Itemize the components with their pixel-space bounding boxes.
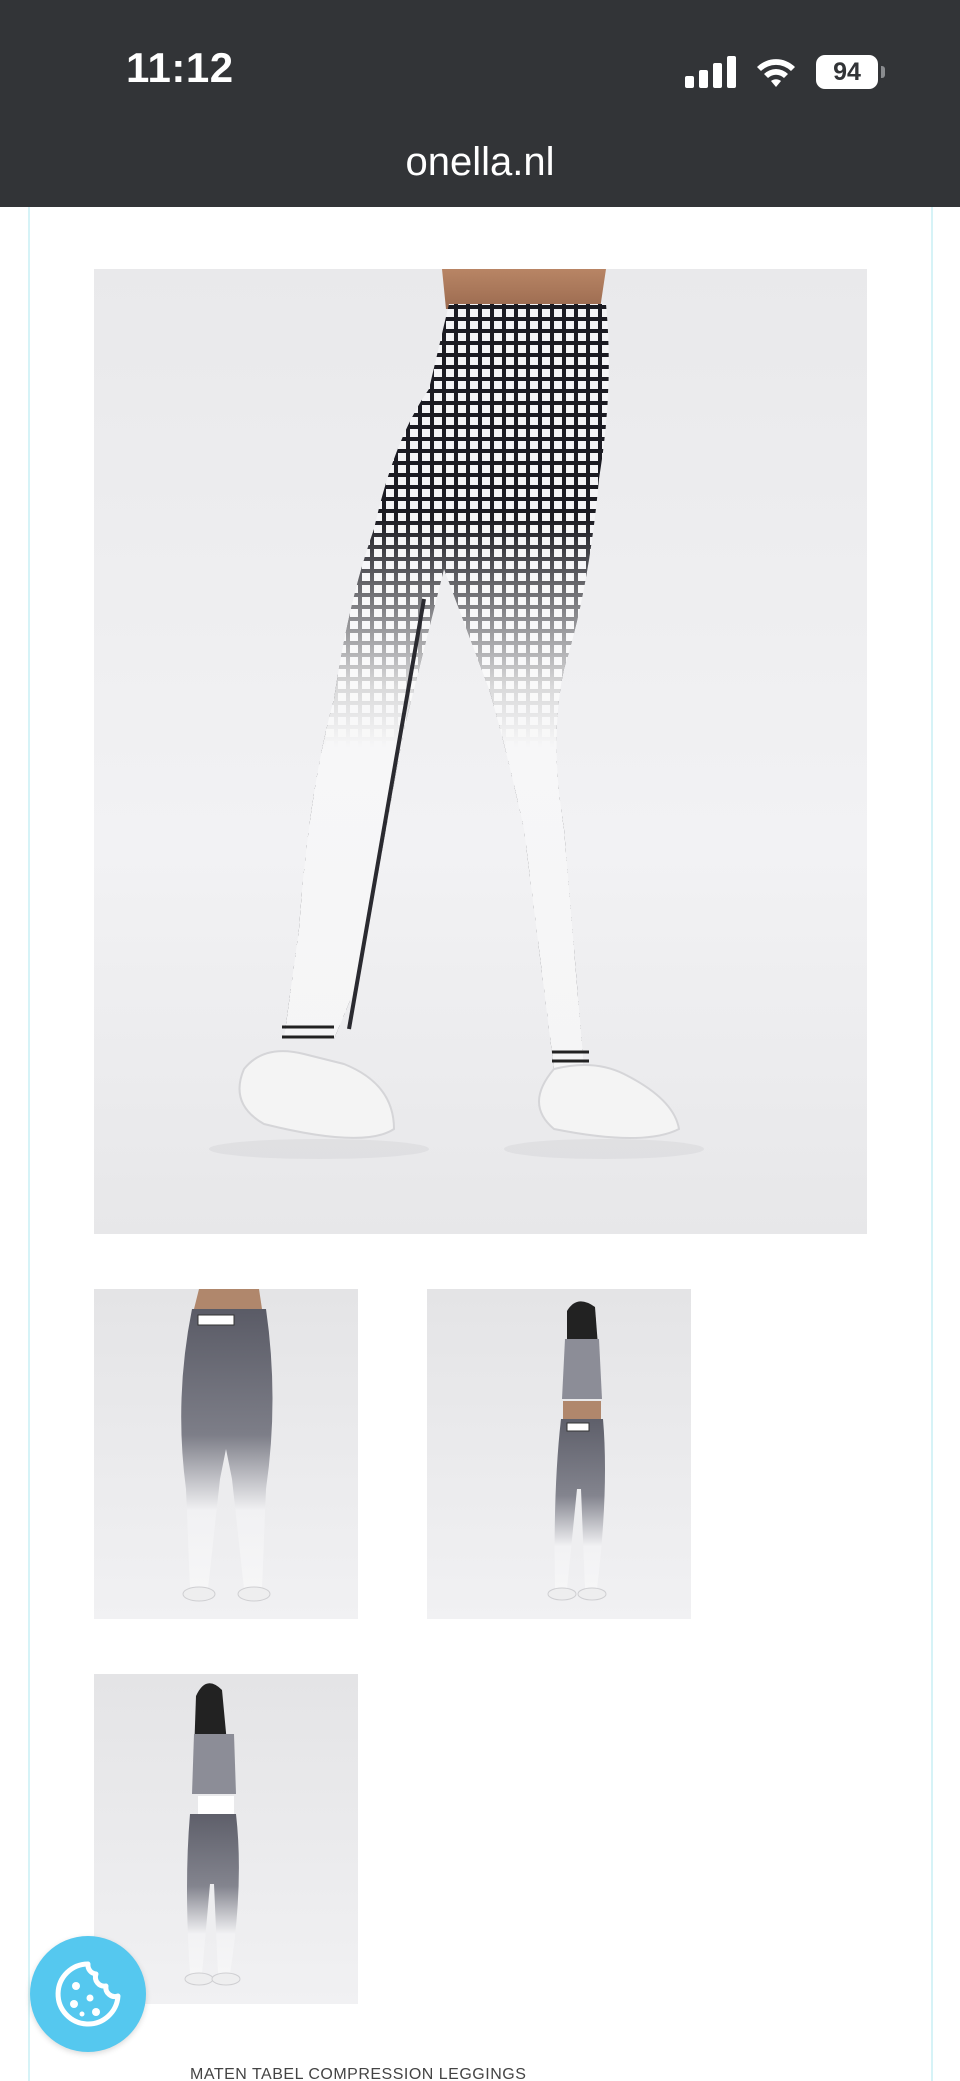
status-icons: 94	[685, 52, 885, 92]
thumbnail-back-view[interactable]	[94, 1289, 358, 1619]
browser-top-bar: 11:12 94 onella.nl	[0, 0, 960, 207]
status-time: 11:12	[126, 44, 234, 91]
address-bar-url[interactable]: onella.nl	[0, 140, 960, 185]
cookie-settings-button[interactable]	[30, 1936, 146, 2052]
thumbnail-back-full-outfit[interactable]	[94, 1674, 358, 2004]
battery-level: 94	[833, 57, 861, 86]
main-product-photo[interactable]	[94, 269, 867, 1234]
size-table-caption: MATEN TABEL COMPRESSION LEGGINGS	[190, 2066, 527, 2081]
battery-icon: 94	[816, 55, 885, 89]
wifi-icon	[757, 59, 795, 87]
cookie-icon	[55, 1961, 121, 2027]
cellular-signal-icon	[685, 56, 736, 88]
thumbnail-front-full-outfit[interactable]	[427, 1289, 691, 1619]
